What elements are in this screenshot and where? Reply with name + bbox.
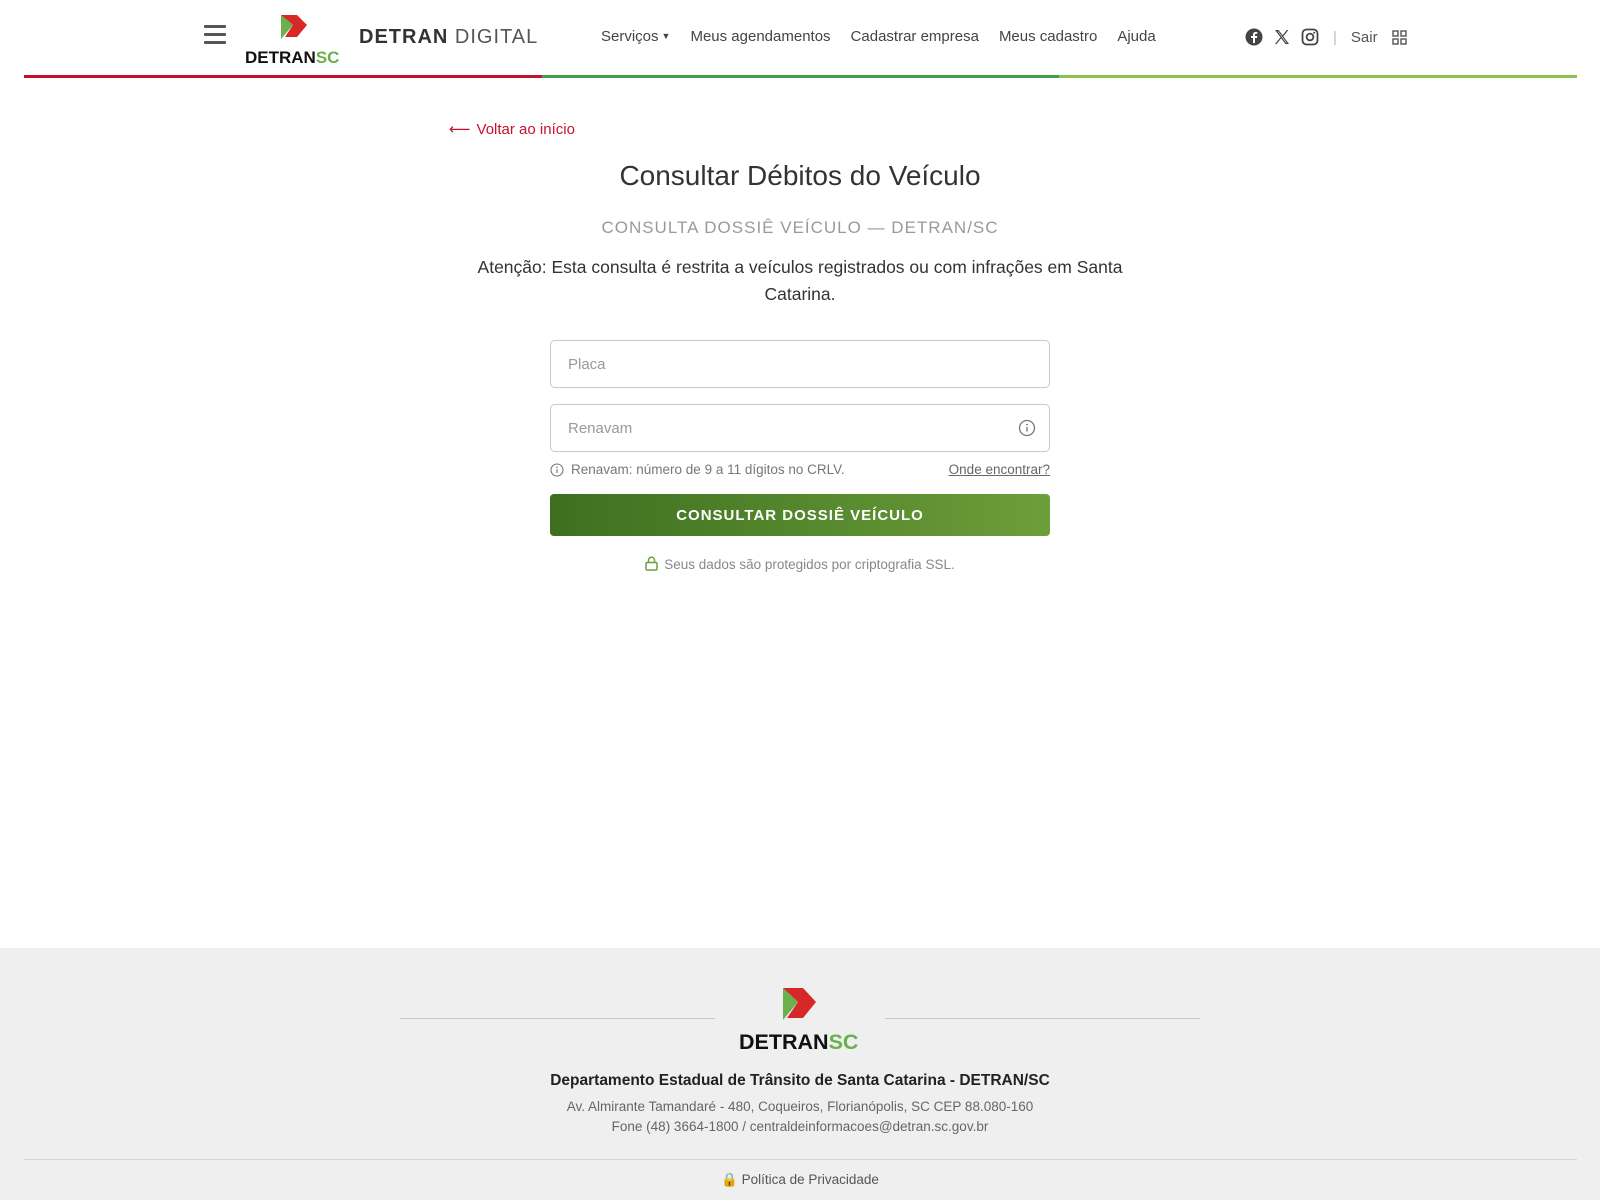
nav-servicos-label: Serviços [601, 28, 659, 45]
privacy-policy-link[interactable]: 🔒 Política de Privacidade [0, 1172, 1600, 1188]
footer-logo-text: DETRANSC [739, 1030, 858, 1052]
social-links: | Sair [1245, 28, 1407, 46]
organization-address: Av. Almirante Tamandaré - 480, Coqueiros… [566, 1099, 1034, 1114]
site-footer: DETRANSC Departamento Estadual de Trânsi… [0, 948, 1600, 1200]
x-icon[interactable] [1273, 28, 1291, 46]
nav-servicos[interactable]: Serviços ▼ [601, 28, 670, 45]
ssl-note-text: Seus dados são protegidos por criptograf… [664, 557, 955, 572]
renavam-field [550, 404, 1050, 452]
organization-contact: Fone (48) 3664-1800 / centraldeinformaco… [611, 1119, 989, 1134]
renavam-hint: Renavam: número de 9 a 11 dígitos no CRL… [550, 462, 845, 477]
header-color-stripe [24, 75, 1578, 78]
logout-link[interactable]: Sair [1351, 29, 1378, 46]
footer-divider-right [885, 1018, 1200, 1019]
footer-separator [24, 1159, 1577, 1160]
brand-bold: DETRAN [359, 26, 449, 48]
renavam-hint-text: Renavam: número de 9 a 11 dígitos no CRL… [571, 462, 845, 477]
apps-grid-icon[interactable] [1391, 29, 1407, 45]
site-header: DETRANSC DETRAN DIGITAL Serviços ▼ Meus a… [0, 0, 1600, 80]
restriction-notice: Atenção: Esta consulta é restrita a veíc… [477, 257, 1123, 304]
placa-field [550, 340, 1050, 388]
brand-title: DETRAN DIGITAL [359, 26, 538, 49]
info-icon[interactable] [1018, 419, 1036, 437]
footer-divider-left [400, 1018, 715, 1019]
info-icon [550, 462, 564, 477]
nav-meus-cadastro[interactable]: Meus cadastro [999, 28, 1097, 45]
brand-light: DIGITAL [454, 26, 539, 48]
footer-detran-sc-logo: DETRANSC [739, 988, 858, 1052]
instagram-icon[interactable] [1301, 28, 1319, 46]
lock-icon [645, 556, 659, 571]
back-label: Voltar ao início [476, 121, 575, 138]
page-subtitle: CONSULTA DOSSIÊ VEÍCULO — DETRAN/SC [601, 218, 999, 237]
nav-meus-agendamentos[interactable]: Meus agendamentos [690, 28, 830, 45]
logo-text: DETRANSC [245, 48, 339, 65]
stripe-light-green [1059, 75, 1578, 78]
nav-ajuda[interactable]: Ajuda [1117, 28, 1155, 45]
detran-sc-logo[interactable]: DETRANSC [245, 13, 345, 65]
page-title: Consultar Débitos do Veículo [619, 160, 981, 191]
where-to-find-link[interactable]: Onde encontrar? [949, 462, 1050, 477]
hamburger-menu-icon[interactable] [204, 25, 226, 47]
arrow-left-icon: ⟵ [449, 121, 471, 138]
stripe-green [541, 75, 1060, 78]
organization-name: Departamento Estadual de Trânsito de San… [550, 1072, 1050, 1089]
consult-dossie-button[interactable]: CONSULTAR DOSSIÊ VEÍCULO [550, 494, 1050, 536]
back-to-home-link[interactable]: ⟵ Voltar ao início [449, 120, 575, 138]
divider: | [1333, 28, 1337, 46]
renavam-input[interactable] [551, 405, 1049, 451]
ssl-note: Seus dados são protegidos por criptograf… [0, 556, 1600, 572]
facebook-icon[interactable] [1245, 28, 1263, 46]
caret-down-icon: ▼ [661, 31, 671, 41]
main-nav: Serviços ▼ Meus agendamentos Cadastrar em… [601, 28, 1156, 45]
placa-input[interactable] [551, 341, 1049, 387]
stripe-red [24, 75, 542, 78]
nav-cadastrar-empresa[interactable]: Cadastrar empresa [851, 28, 979, 45]
